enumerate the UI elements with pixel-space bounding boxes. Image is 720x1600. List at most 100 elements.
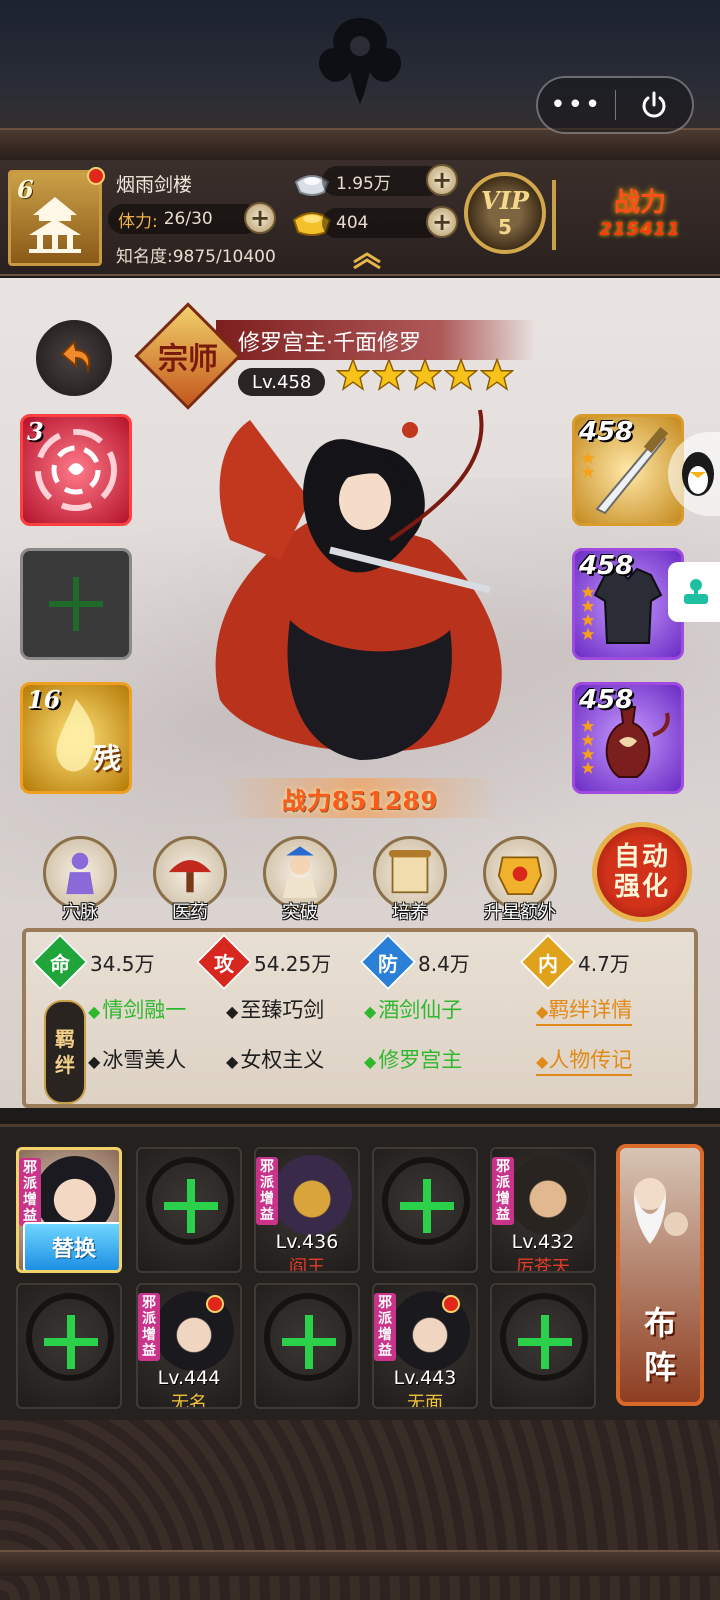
formation-panel: 邪派增益 替换 邪派增益 Lv.436 阎王 邪派增益 Lv.432 厉苍天 邪… [0,1124,720,1420]
stamina-value: 26/30 [163,209,213,229]
bond-item: ◆至臻巧剑 [226,998,325,1022]
formation-slot-empty[interactable] [136,1147,242,1273]
combat-value: 215411 [599,219,681,240]
deploy-line2: 阵 [643,1348,676,1386]
defense-icon-text: 防 [378,951,398,976]
stat-defense: 防 8.4万 [359,933,470,991]
bond-name: 至臻巧剑 [240,998,325,1022]
penguin-icon [682,452,714,496]
stat-attack: 攻 54.25万 [195,933,331,991]
hp-icon: 命 [31,933,89,991]
equip-stars [581,451,595,479]
star-icon [581,613,595,626]
add-hero-icon [44,1315,98,1369]
formation-slot-member[interactable]: 邪派增益 Lv.436 阎王 [254,1147,360,1273]
bond-name: 冰雪美人 [102,1048,187,1072]
stat-value: 8.4万 [418,951,470,976]
star-icon [581,733,595,746]
roof-banner: ••• [0,0,720,160]
close-button[interactable] [616,78,693,132]
skill-slot-3[interactable]: 16 残 [20,682,132,794]
attack-icon: 攻 [195,933,253,991]
star-icon [444,358,478,391]
biography-label: 人物传记 [548,1048,633,1072]
bond-item: ◆情剑融一 [88,998,187,1022]
combat-label: 战力 [613,188,666,218]
stamina-pill: 体力: 26/30 [108,204,260,234]
bond-details-link[interactable]: ◆羁绊详情 [536,994,633,1026]
formation-slot-member[interactable]: 邪派增益 Lv.443 无面 [372,1283,478,1409]
player-avatar[interactable]: 6 [8,167,105,266]
formation-slot-empty[interactable] [490,1283,596,1409]
star-icon [581,451,595,464]
star-icon [581,465,595,478]
cloud-ornament-icon [319,18,401,104]
add-stamina-button[interactable]: + [244,202,276,234]
more-icon: ••• [550,90,603,120]
medicine-button[interactable]: 医药 [144,836,236,924]
member-name: 无面 [407,1393,443,1409]
add-silver-button[interactable]: + [426,164,458,196]
star-upgrade-extra-button[interactable]: 升星额外 [474,836,566,924]
member-level: Lv.432 [511,1231,575,1253]
breakthrough-button[interactable]: 突破 [254,836,346,924]
skill-slot-2-empty[interactable] [20,548,132,660]
formation-slot-current[interactable]: 邪派增益 替换 [16,1147,122,1273]
add-hero-icon [164,1179,218,1233]
footer-decoration [0,1420,720,1600]
equip-slot-accessory[interactable]: 458 [572,682,684,794]
formation-slot-member[interactable]: 邪派增益 Lv.432 厉苍天 [490,1147,596,1273]
assistant-float-button[interactable] [668,562,720,622]
stat-value: 34.5万 [90,951,155,976]
hero-rank-text: 宗师 [158,342,218,377]
equip-level: 458 [579,685,634,715]
auto-enhance-line1: 自动 [613,842,670,872]
member-name: 无名 [171,1393,207,1409]
star-icon [480,358,514,391]
star-icon [581,585,595,598]
auto-enhance-button[interactable]: 自动 强化 [592,822,692,922]
formation-slot-empty[interactable] [372,1147,478,1273]
back-button[interactable] [36,320,112,396]
skill-level: 3 [27,417,44,446]
star-icon [581,599,595,612]
more-menu-button[interactable]: ••• [538,78,615,132]
expand-chevron-icon[interactable] [350,250,384,270]
joystick-icon [684,579,708,604]
hero-combat-power: 战力851289 [220,778,500,818]
formation-slot-empty[interactable] [254,1283,360,1409]
skill-level: 16 [27,685,61,714]
hp-icon-text: 命 [50,951,70,976]
bond-name: 女权主义 [240,1048,325,1072]
total-combat-power[interactable]: 战力 215411 [580,182,700,248]
player-name: 烟雨剑楼 [116,174,193,196]
bond-badge-line2: 绊 [55,1053,75,1077]
auto-enhance-line2: 强化 [613,872,670,902]
replace-button[interactable]: 替换 [23,1222,119,1270]
training-button[interactable]: 培养 [364,836,456,924]
member-name: 阎王 [289,1257,325,1273]
hero-name: 修罗宫主·千面修罗 [238,331,421,356]
formation-slot-member[interactable]: 邪派增益 Lv.444 无名 [136,1283,242,1409]
skill-slot-1[interactable]: 3 [20,414,132,526]
pavilion-icon [29,197,81,253]
bond-details-label: 羁绊详情 [548,998,633,1022]
bond-badge-line1: 羁 [55,1027,75,1051]
silver-amount: 1.95万 [336,173,391,194]
biography-link[interactable]: ◆人物传记 [536,1044,633,1076]
function-label: 升星额外 [484,902,556,923]
star-icon [581,747,595,760]
formation-slot-empty[interactable] [16,1283,122,1409]
hero-portrait [215,409,502,760]
equip-stars [581,585,595,641]
hero-name-banner: 修罗宫主·千面修罗 [216,320,536,360]
inner-force-icon: 内 [519,933,577,991]
vip-badge[interactable]: VIP 5 [464,172,546,254]
meridian-button[interactable]: 穴脉 [34,836,126,924]
back-arrow-icon [60,340,91,374]
add-gold-button[interactable]: + [426,206,458,238]
stamina-label: 体力: [118,211,158,232]
add-hero-icon [282,1315,336,1369]
evil-faction-tag: 邪派增益 [138,1293,160,1361]
formation-deploy-button[interactable]: 布 阵 [616,1144,704,1406]
